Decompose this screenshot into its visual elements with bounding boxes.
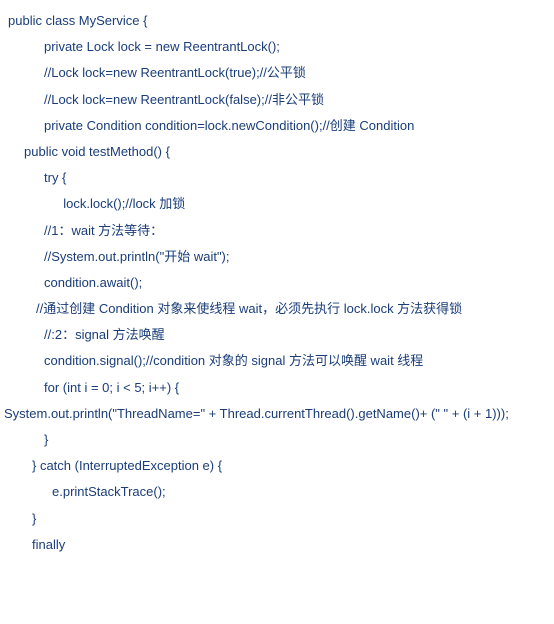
code-line: try { [4,165,550,191]
code-line: for (int i = 0; i < 5; i++) { [4,375,550,401]
code-line: private Condition condition=lock.newCond… [4,113,550,139]
code-line: //Lock lock=new ReentrantLock(false);//非… [4,87,550,113]
code-line: System.out.println("ThreadName=" + Threa… [4,401,550,427]
code-line: //:2：signal 方法唤醒 [4,322,550,348]
code-line: e.printStackTrace(); [4,479,550,505]
code-line: lock.lock();//lock 加锁 [4,191,550,217]
code-line: } [4,506,550,532]
code-line: //通过创建 Condition 对象来使线程 wait，必须先执行 lock.… [4,296,550,322]
code-line: condition.await(); [4,270,550,296]
code-line: public class MyService { [4,8,550,34]
code-line: public void testMethod() { [4,139,550,165]
code-line: //System.out.println("开始 wait"); [4,244,550,270]
code-line: //Lock lock=new ReentrantLock(true);//公平… [4,60,550,86]
code-line: private Lock lock = new ReentrantLock(); [4,34,550,60]
code-line: condition.signal();//condition 对象的 signa… [4,348,550,374]
code-line: finally [4,532,550,558]
code-line: } [4,427,550,453]
code-line: } catch (InterruptedException e) { [4,453,550,479]
code-line: //1：wait 方法等待： [4,218,550,244]
code-block: public class MyService { private Lock lo… [4,8,550,558]
